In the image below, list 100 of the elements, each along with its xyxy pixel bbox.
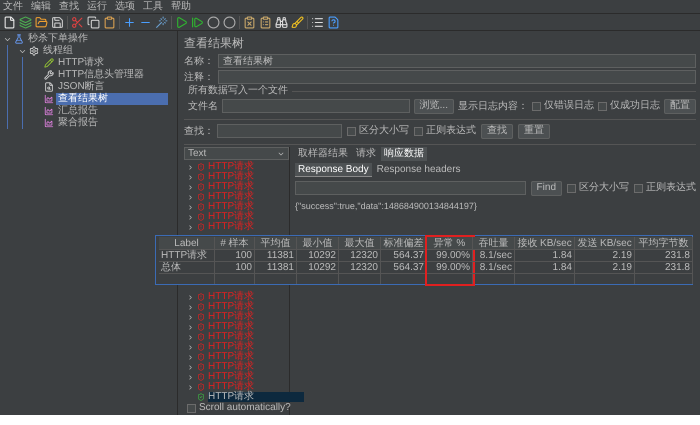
menu-item[interactable]: 查找 — [59, 0, 79, 13]
play-icon[interactable] — [175, 16, 188, 28]
clipboard-icon[interactable] — [103, 16, 116, 28]
table-cell: 564.37 — [381, 262, 427, 274]
checkbox[interactable] — [347, 126, 356, 136]
tree-item[interactable]: HTTP信息头管理器 — [56, 69, 146, 81]
find-button[interactable]: 查找 — [481, 124, 513, 138]
column-header[interactable]: 吞吐量 — [473, 237, 515, 250]
column-header[interactable]: Label — [159, 237, 215, 250]
tree-item[interactable]: 线程组 — [41, 45, 75, 57]
help-icon[interactable] — [327, 16, 340, 28]
tab[interactable]: 取样器结果 — [295, 147, 351, 161]
save-icon[interactable] — [51, 16, 64, 28]
checkbox-label: 仅错误日志 — [544, 100, 594, 112]
tree-item[interactable]: HTTP请求 — [56, 57, 106, 69]
menu-item[interactable]: 运行 — [87, 0, 107, 13]
tree-item[interactable]: 查看结果树 — [56, 93, 168, 105]
plus-icon[interactable] — [123, 16, 136, 28]
field-label: 文件名 — [188, 100, 218, 114]
step-forward-icon[interactable] — [191, 16, 204, 28]
search-field[interactable] — [217, 124, 342, 138]
table-cell: 10292 — [297, 262, 339, 274]
renderer-select[interactable]: Text — [184, 147, 289, 160]
table-cell: 11381 — [255, 262, 297, 274]
table-cell: 12320 — [339, 250, 381, 262]
checkbox-label: 仅成功日志 — [610, 100, 660, 112]
table-cell: 1.84 — [515, 250, 575, 262]
binoculars-icon[interactable] — [275, 16, 288, 28]
brush-icon[interactable] — [291, 16, 304, 28]
menu-item[interactable]: 文件 — [3, 0, 23, 13]
copy-icon[interactable] — [87, 16, 100, 28]
menu-item[interactable]: 编辑 — [31, 0, 51, 13]
table-cell: 11381 — [255, 250, 297, 262]
pencil-icon — [44, 58, 54, 68]
checkbox-label: 正则表达式 — [426, 125, 476, 137]
clear-icon[interactable] — [243, 16, 256, 28]
comment-field[interactable] — [218, 70, 696, 84]
checkbox-label: 区分大小写 — [579, 182, 629, 194]
table-cell: 2.19 — [575, 262, 635, 274]
folder-icon[interactable] — [35, 16, 48, 28]
column-header[interactable]: 最小值 — [297, 237, 339, 250]
checkbox[interactable] — [567, 184, 576, 192]
table-cell: 1.84 — [515, 262, 575, 274]
checkbox[interactable] — [532, 102, 541, 110]
chart-icon — [44, 118, 54, 128]
menu-item[interactable]: 工具 — [143, 0, 163, 13]
config-button[interactable]: 配置 — [664, 98, 696, 114]
layers-icon[interactable] — [19, 16, 32, 28]
flask-icon — [14, 34, 24, 44]
shutdown-icon[interactable] — [223, 16, 236, 28]
find-button[interactable]: Find — [530, 180, 562, 196]
table-cell: 100 — [215, 262, 255, 274]
column-header[interactable]: 发送 KB/sec — [575, 237, 635, 250]
tree-item[interactable]: 聚合报告 — [56, 117, 100, 129]
checkbox-label: 正则表达式 — [646, 182, 696, 194]
column-header[interactable]: 接收 KB/sec — [515, 237, 575, 250]
checkbox[interactable] — [414, 126, 423, 136]
checkbox[interactable] — [634, 184, 643, 192]
wand-icon[interactable] — [155, 16, 168, 28]
name-field[interactable]: 查看结果树 — [218, 54, 696, 68]
table-cell: 564.37 — [381, 250, 427, 262]
column-header[interactable]: 异常 % — [427, 237, 473, 250]
table-cell: 99.00% — [427, 262, 473, 274]
field-label: 查找： — [184, 124, 212, 138]
tab[interactable]: 请求 — [353, 147, 379, 161]
column-header[interactable]: 最大值 — [339, 237, 381, 250]
sample-item[interactable]: HTTP请求 — [208, 392, 304, 402]
field-label: 注释： — [184, 70, 214, 84]
column-header[interactable]: 平均字节数 — [635, 237, 693, 250]
table-cell: 10292 — [297, 250, 339, 262]
checkbox-label: 区分大小写 — [359, 125, 409, 137]
table-cell: 8.1/sec — [473, 250, 515, 262]
checkbox-label: Scroll automatically? — [199, 402, 291, 414]
stop-icon[interactable] — [207, 16, 220, 28]
gear-icon — [29, 46, 39, 56]
clear-all-icon[interactable] — [259, 16, 272, 28]
tree-item[interactable]: 汇总报告 — [56, 105, 100, 117]
document-icon — [44, 82, 54, 92]
reset-button[interactable]: 重置 — [518, 124, 550, 138]
tree-item[interactable]: JSON断言 — [56, 81, 107, 93]
menu-item[interactable]: 选项 — [115, 0, 135, 13]
table-cell: 12320 — [339, 262, 381, 274]
menu-item[interactable]: 帮助 — [171, 0, 191, 13]
checkbox[interactable] — [187, 404, 196, 412]
tab[interactable]: 响应数据 — [381, 147, 427, 161]
tab[interactable]: Response Body — [295, 163, 372, 177]
column-header[interactable]: 标准偏差 — [381, 237, 427, 250]
browse-button[interactable]: 浏览... — [414, 98, 454, 114]
table-cell: 2.19 — [575, 250, 635, 262]
list-icon[interactable] — [311, 16, 324, 28]
column-header[interactable]: # 样本 — [215, 237, 255, 250]
table-cell: 8.1/sec — [473, 262, 515, 274]
file-icon[interactable] — [3, 16, 16, 28]
find-field[interactable] — [295, 181, 526, 195]
column-header[interactable]: 平均值 — [255, 237, 297, 250]
tree-item[interactable]: 秒杀下单操作 — [26, 33, 90, 45]
filename-field[interactable] — [222, 99, 410, 113]
table-cell: 99.00% — [427, 250, 473, 262]
tab[interactable]: Response headers — [374, 163, 464, 177]
checkbox[interactable] — [598, 102, 607, 110]
